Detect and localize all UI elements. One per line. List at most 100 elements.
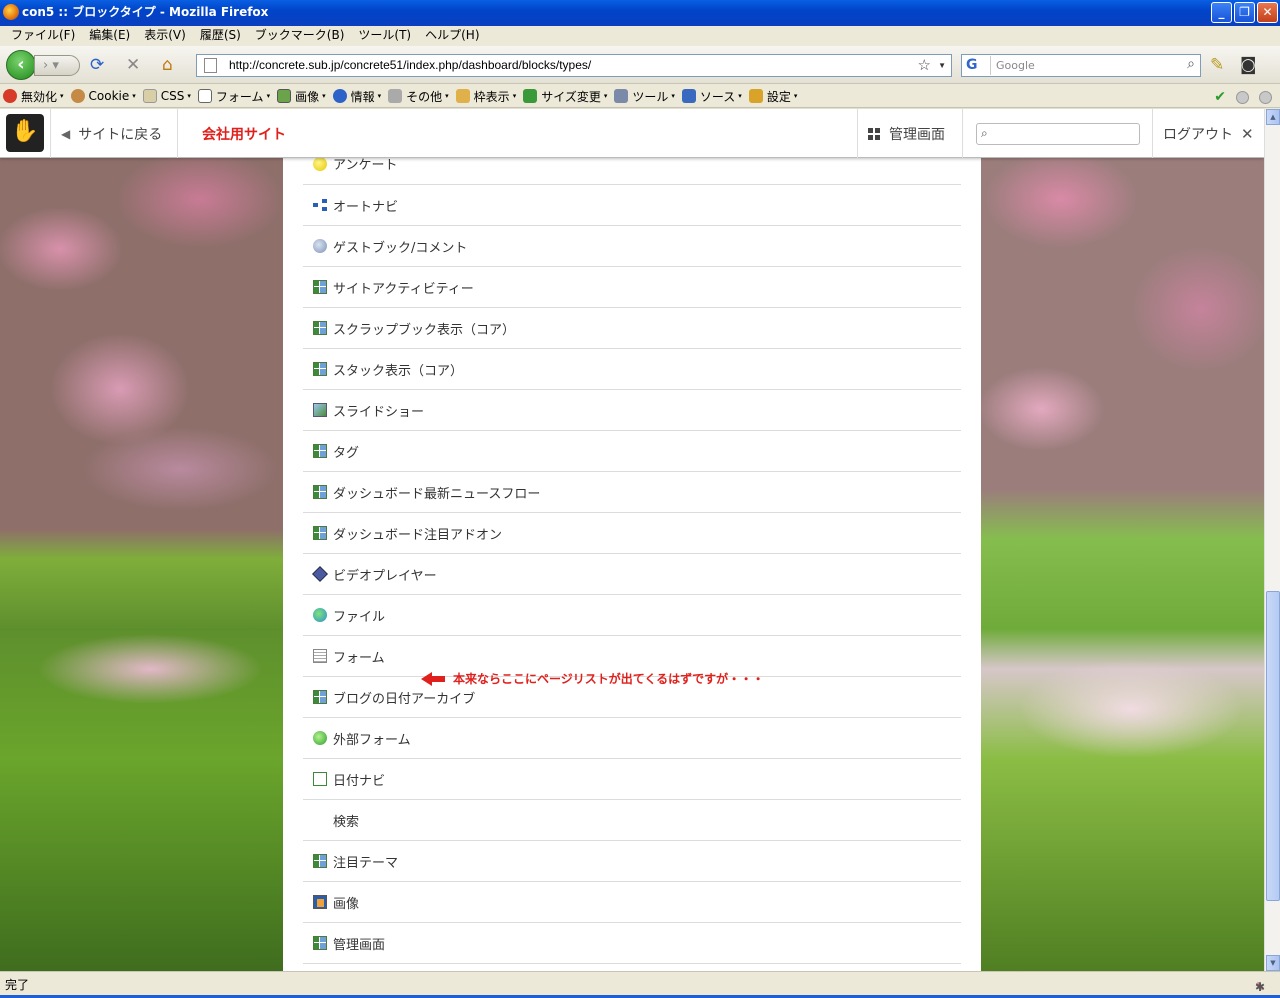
dashboard-button[interactable]: 管理画面 (857, 109, 963, 158)
annotation: 本来ならここにページリストが出てくるはずですが・・・ (421, 670, 764, 687)
status-dot-icon (1236, 90, 1249, 104)
bug-icon[interactable]: ✱ (1255, 980, 1265, 994)
check-icon[interactable]: ✔ (1214, 89, 1226, 105)
devbar-info[interactable]: 情報 ▾ (332, 88, 381, 105)
menu-edit[interactable]: 編集(E) (82, 26, 137, 46)
block-icon (313, 690, 327, 704)
list-item[interactable]: スタック表示（コア） (303, 349, 961, 390)
status-bar: 完了 ✎ ✱ (0, 971, 1280, 998)
maximize-button[interactable]: ❐ (1234, 2, 1255, 23)
outline-icon (455, 89, 470, 103)
list-item[interactable]: タグ (303, 431, 961, 472)
close-button[interactable]: ✕ (1257, 2, 1278, 23)
date-nav-icon (313, 772, 327, 786)
devbar-misc[interactable]: その他 ▾ (388, 88, 449, 105)
google-engine-icon[interactable]: G (963, 56, 991, 75)
concrete5-logo[interactable]: ✋ (6, 114, 44, 152)
autonav-icon (313, 198, 327, 212)
block-icon (313, 485, 327, 499)
source-icon (681, 89, 696, 103)
red-arrow-icon (421, 671, 432, 686)
video-icon (312, 566, 328, 582)
block-icon (313, 854, 327, 868)
vertical-scrollbar[interactable]: ▲ ▼ (1264, 109, 1280, 971)
site-name-link[interactable]: 会社用サイト (202, 124, 286, 144)
list-item[interactable]: 検索 (303, 800, 1280, 841)
file-icon (313, 608, 327, 622)
devbar-images[interactable]: 画像 ▾ (277, 88, 326, 105)
block-icon (313, 526, 327, 540)
list-item[interactable]: 注目テーマ (303, 841, 961, 882)
block-icon (313, 936, 327, 950)
devbar-resize[interactable]: サイズ変更 ▾ (523, 88, 607, 105)
url-bar[interactable]: http://concrete.sub.jp/concrete51/index.… (196, 54, 952, 77)
camera-icon[interactable]: ◙ (1240, 57, 1257, 74)
logout-button[interactable]: ログアウト ✕ (1152, 109, 1264, 158)
menu-history[interactable]: 履歴(S) (193, 26, 248, 46)
reload-icon[interactable]: ⟳ (90, 57, 104, 74)
scroll-thumb[interactable] (1266, 591, 1280, 901)
arrow-left-icon: ◀ (61, 126, 71, 141)
form-icon (197, 89, 212, 103)
list-item[interactable]: スライドショー (303, 390, 961, 431)
back-button[interactable]: ‹ (6, 50, 36, 80)
background-photo-right (981, 109, 1264, 971)
list-item[interactable]: スクラップブック表示（コア） (303, 308, 961, 349)
disable-icon (3, 89, 17, 103)
home-icon[interactable]: ⌂ (162, 57, 173, 74)
search-icon[interactable]: ⌕ (1187, 56, 1195, 72)
scroll-up-button[interactable]: ▲ (1266, 109, 1280, 125)
list-item[interactable]: ゲストブック/コメント (303, 226, 961, 267)
list-item[interactable]: 管理画面 (303, 923, 961, 964)
grid-icon (868, 127, 880, 140)
menu-bar: ファイル(F) 編集(E) 表示(V) 履歴(S) ブックマーク(B) ツール(… (0, 26, 1280, 46)
back-to-site-button[interactable]: ◀ サイトに戻る (50, 109, 178, 158)
devbar-disable[interactable]: 無効化 ▾ (3, 88, 64, 105)
list-item[interactable]: 日付ナビ (303, 759, 961, 800)
forward-button[interactable]: › ▾ (34, 55, 80, 76)
image-icon (277, 89, 292, 103)
menu-bookmarks[interactable]: ブックマーク(B) (248, 26, 352, 46)
devbar-outline[interactable]: 枠表示 ▾ (455, 88, 516, 105)
menu-tools[interactable]: ツール(T) (351, 26, 418, 46)
firefox-icon (3, 4, 19, 20)
list-item[interactable]: 画像 (303, 882, 961, 923)
annotation-text: 本来ならここにページリストが出てくるはずですが・・・ (453, 672, 765, 686)
list-item[interactable]: ダッシュボード最新ニュースフロー (303, 472, 961, 513)
navigation-toolbar: ‹ › ▾ ⟳ ✕ ⌂ http://concrete.sub.jp/concr… (0, 46, 1280, 84)
close-icon: ✕ (1241, 125, 1254, 143)
status-text: 完了 (5, 978, 30, 992)
cms-search-input[interactable]: ⌕ (976, 123, 1140, 145)
search-icon: ⌕ (981, 126, 988, 140)
list-item[interactable]: 外部フォーム (303, 718, 961, 759)
list-item[interactable]: オートナビ (303, 185, 961, 226)
status-dot-icon-2 (1259, 90, 1272, 104)
devbar-tools[interactable]: ツール ▾ (614, 88, 675, 105)
devbar-settings[interactable]: 設定 ▾ (748, 88, 797, 105)
menu-file[interactable]: ファイル(F) (4, 26, 82, 46)
list-item[interactable]: サイトアクティビティー (303, 267, 961, 308)
list-item[interactable]: ビデオプレイヤー (303, 554, 961, 595)
misc-icon (388, 89, 403, 103)
search-bar[interactable]: G Google ⌕ (961, 54, 1201, 77)
scroll-down-button[interactable]: ▼ (1266, 955, 1280, 971)
url-dropdown-icon[interactable]: ▼ (938, 55, 946, 76)
devbar-forms[interactable]: フォーム ▾ (197, 88, 270, 105)
info-icon (332, 89, 347, 103)
menu-help[interactable]: ヘルプ(H) (418, 26, 486, 46)
minimize-button[interactable]: _ (1211, 2, 1232, 23)
list-item[interactable]: ファイル (303, 595, 961, 636)
pen-icon[interactable]: ✎ (1210, 57, 1224, 74)
block-icon (313, 362, 327, 376)
guestbook-icon (313, 239, 327, 253)
slideshow-icon (313, 403, 327, 417)
devbar-css[interactable]: CSS ▾ (142, 89, 191, 103)
poll-icon (313, 156, 327, 171)
menu-view[interactable]: 表示(V) (137, 26, 193, 46)
devbar-source[interactable]: ソース ▾ (681, 88, 742, 105)
bookmark-star-icon[interactable]: ☆ (918, 55, 931, 76)
list-item[interactable]: ダッシュボード注目アドオン (303, 513, 961, 554)
form-icon (313, 649, 327, 663)
stop-icon[interactable]: ✕ (126, 57, 140, 74)
devbar-cookie[interactable]: Cookie ▾ (70, 89, 136, 103)
